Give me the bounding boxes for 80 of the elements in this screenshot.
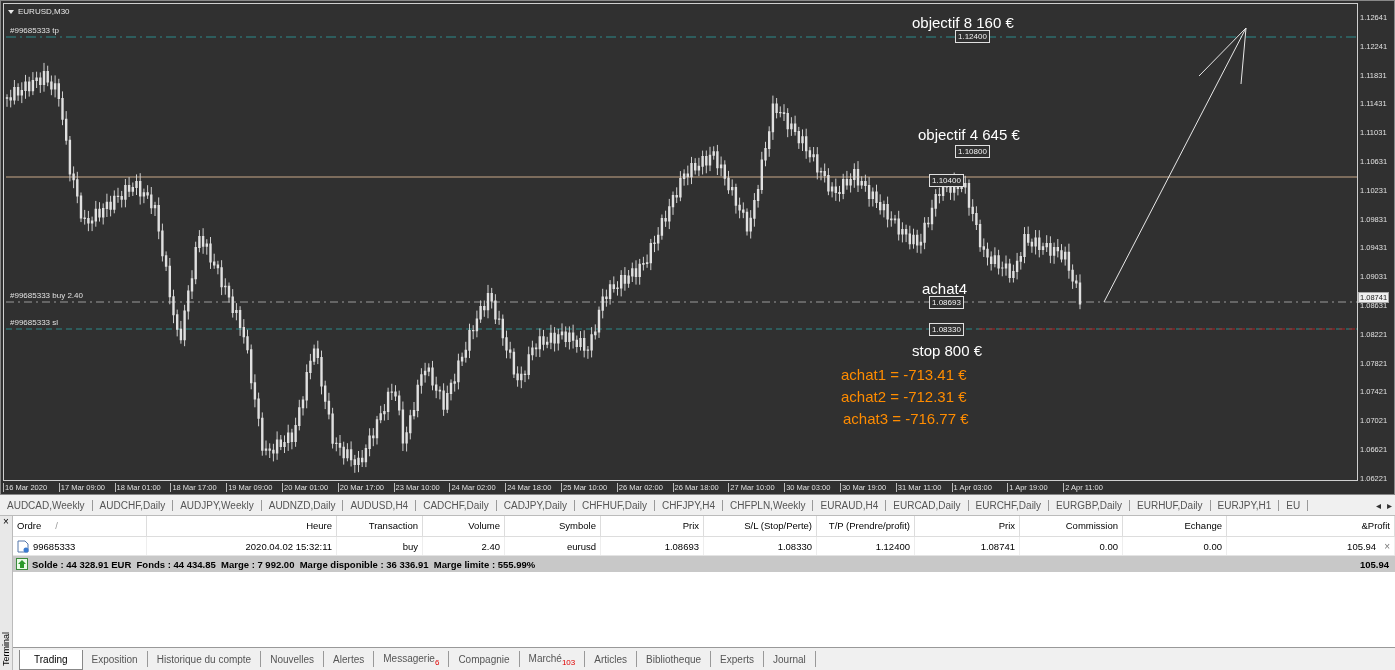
symbol-tab[interactable]: EURAUD,H4	[813, 499, 887, 511]
balance-text: Solde : 44 328.91 EUR Fonds : 44 434.85 Marge : 7 992.00 Marge disponible : 36 336.91 Marge limite : 555.99%	[32, 558, 537, 570]
symbol-tab[interactable]: EURHUF,Daily	[1130, 499, 1211, 511]
terminal-tab[interactable]: Compagnie	[449, 651, 520, 667]
terminal-tab[interactable]: Experts	[711, 651, 764, 667]
order-label: #99685333 buy 2.40	[10, 291, 83, 300]
chart-note: stop 800 €	[912, 342, 983, 359]
table-cell: eurusd	[566, 540, 596, 552]
table-cell: 2020.04.02 15:32:11	[245, 540, 332, 552]
sort-mark: /	[55, 520, 58, 531]
table-cell: 0.00	[1203, 540, 1222, 552]
table-cell: buy	[402, 540, 418, 552]
terminal-tab[interactable]: Alertes	[324, 651, 375, 667]
price-label: 1.08693	[929, 296, 964, 309]
symbol-tab[interactable]: AUDJPY,Weekly	[173, 499, 262, 511]
column-header[interactable]: T/P (Prendre/profit)	[817, 516, 915, 536]
order-label: #99685333 sl	[10, 318, 59, 327]
terminal-tab[interactable]: Nouvelles	[261, 651, 325, 667]
table-cell: 2.40	[481, 540, 500, 552]
table-cell: 1.08741	[980, 540, 1015, 552]
symbol-tab[interactable]: CADCHF,Daily	[416, 499, 497, 511]
price-label: 1.08330	[929, 323, 964, 336]
symbol-tab[interactable]: AUDCHF,Daily	[92, 499, 174, 511]
scroll-button[interactable]: ▸	[1384, 495, 1395, 515]
terminal-label: Terminal	[1, 632, 11, 666]
column-header[interactable]: S/L (Stop/Perte)	[704, 516, 817, 536]
price-label: 1.10400	[929, 174, 964, 187]
column-header[interactable]: Echange	[1123, 516, 1227, 536]
terminal-tab[interactable]: Trading	[19, 650, 83, 670]
terminal-tab[interactable]: Messagerie$_{6}$	[374, 651, 450, 667]
column-header[interactable]: Prix	[915, 516, 1020, 536]
column-header[interactable]: Commission	[1020, 516, 1123, 536]
scroll-button[interactable]: ◂	[1373, 495, 1384, 515]
table-cell: 1.12400	[875, 540, 910, 552]
order-label: #99685333 tp	[10, 26, 59, 35]
price-label: 1.10800	[955, 145, 990, 158]
symbol-tab[interactable]: EURCHF,Daily	[968, 499, 1050, 511]
chart-note: achat4	[922, 280, 968, 297]
symbol-tab[interactable]: EU	[1279, 499, 1309, 511]
chart-note: achat2 = -712.31 €	[841, 388, 967, 405]
chart-note: objectif 8 160 €	[912, 14, 1014, 31]
symbol-tab[interactable]: CADJPY,Daily	[496, 499, 575, 511]
symbol-tab[interactable]: EURCAD,Daily	[886, 499, 969, 511]
column-header[interactable]: Symbole	[505, 516, 601, 536]
symbol-tab[interactable]: EURJPY,H1	[1210, 499, 1280, 511]
terminal-tab[interactable]: Exposition	[82, 651, 148, 667]
chart-note: objectif 4 645 €	[918, 126, 1020, 143]
balance-icon	[16, 558, 28, 570]
table-cell: 105.94	[1347, 540, 1377, 552]
close-button[interactable]: ×	[3, 516, 9, 528]
chart-note: achat3 = -716.77 €	[843, 410, 969, 427]
close-order-button[interactable]: ×	[1384, 540, 1390, 552]
dropdown-icon[interactable]	[8, 9, 14, 14]
symbol-tab[interactable]: EURGBP,Daily	[1049, 499, 1131, 511]
column-header[interactable]: Ordre /	[13, 516, 147, 536]
column-header[interactable]: Volume	[423, 516, 505, 536]
table-cell: 0.00	[1099, 540, 1118, 552]
column-header[interactable]: Transaction	[337, 516, 423, 536]
column-header[interactable]: Heure	[147, 516, 337, 536]
document-icon	[17, 539, 29, 553]
symbol-tab[interactable]: CHFPLN,Weekly	[723, 499, 814, 511]
terminal-tab[interactable]: Bibliotheque	[637, 651, 712, 667]
terminal-tab[interactable]: Articles	[585, 651, 638, 667]
terminal-tab[interactable]: Journal	[764, 651, 816, 667]
price-label: 1.12400	[955, 30, 990, 43]
symbol-tab[interactable]: AUDUSD,H4	[343, 499, 417, 511]
symbol-tab[interactable]: AUDCAD,Weekly	[0, 499, 93, 511]
terminal-tab[interactable]: Historique du compte	[147, 651, 262, 667]
symbol-tab[interactable]: AUDNZD,Daily	[261, 499, 344, 511]
table-cell: 99685333	[33, 540, 76, 552]
terminal-tab[interactable]: Marché$_{103}$	[519, 651, 586, 667]
table-cell: 1.08330	[777, 540, 812, 552]
symbol-tab[interactable]: CHFJPY,H4	[654, 499, 724, 511]
chart-title: EURUSD,M30	[18, 7, 70, 16]
balance-total: 105.94	[1359, 558, 1389, 570]
chart-note: achat1 = -713.41 €	[841, 366, 967, 383]
column-header[interactable]: Prix	[601, 516, 704, 536]
symbol-tab[interactable]: CHFHUF,Daily	[574, 499, 655, 511]
column-header[interactable]: &Profit	[1227, 516, 1395, 536]
table-cell: 1.08693	[664, 540, 699, 552]
